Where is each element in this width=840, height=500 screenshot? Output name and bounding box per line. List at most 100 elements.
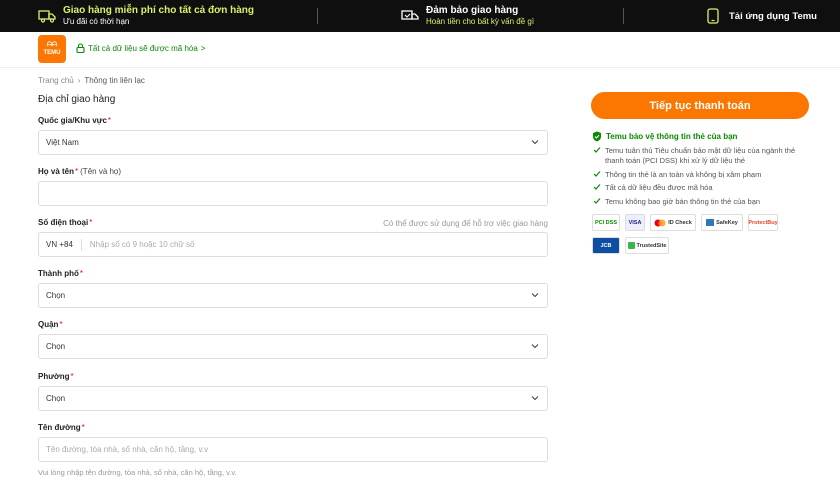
- temu-logo[interactable]: ᗩᗩ TEMU: [38, 35, 66, 63]
- download-app-label: Tải ứng dụng Temu: [729, 10, 817, 22]
- required-mark: *: [70, 372, 74, 381]
- trustedsite-check-icon: [627, 242, 635, 249]
- encryption-notice-text: Tất cả dữ liệu sẽ được mã hóa: [88, 43, 198, 53]
- chevron-down-icon: [531, 140, 539, 145]
- city-value: Chọn: [46, 291, 66, 300]
- visa-badge: VISA: [625, 214, 645, 231]
- protection-item-text: Tất cả dữ liệu đều được mã hóa: [605, 183, 713, 192]
- download-app-link[interactable]: Tải ứng dụng Temu: [704, 0, 817, 32]
- amex-icon: [706, 219, 715, 226]
- jcb-badge: JCB: [592, 237, 620, 254]
- protectbuy-badge: ProtectBuy: [748, 214, 778, 231]
- name-label-text: Họ và tên: [38, 167, 75, 176]
- free-shipping-promo[interactable]: Giao hàng miễn phí cho tất cả đơn hàng Ư…: [38, 0, 254, 32]
- district-label: Quận*: [38, 320, 63, 329]
- id-check-badge: ID Check: [650, 214, 696, 231]
- logo-mark: ᗩᗩ: [47, 42, 57, 48]
- street-input[interactable]: Tên đường, tòa nhà, số nhà, căn hộ, tầng…: [38, 437, 548, 462]
- safekey-badge: SafeKey: [701, 214, 743, 231]
- chevron-down-icon: [531, 344, 539, 349]
- breadcrumb: Trang chủ › Thông tin liên lạc: [38, 76, 145, 85]
- delivery-title: Đảm bảo giao hàng: [426, 5, 519, 16]
- breadcrumb-separator: ›: [77, 76, 81, 85]
- city-label-text: Thành phố: [38, 269, 79, 278]
- required-mark: *: [79, 269, 84, 278]
- protection-item-text: Temu không bao giờ bán thông tin thẻ của…: [605, 196, 761, 206]
- required-mark: *: [107, 116, 112, 125]
- chevron-down-icon: [531, 293, 539, 298]
- pci-dss-badge: PCI DSS: [592, 214, 620, 231]
- phone-usage-hint: Có thể được sử dụng để hỗ trợ việc giao …: [383, 219, 548, 228]
- required-mark: *: [81, 423, 85, 432]
- phone-divider: [80, 238, 82, 251]
- continue-payment-button[interactable]: Tiếp tục thanh toán: [591, 92, 809, 119]
- chevron-right-icon: >: [200, 43, 206, 53]
- street-label-text: Tên đường: [38, 423, 81, 432]
- safekey-label: SafeKey: [716, 219, 738, 226]
- breadcrumb-home[interactable]: Trang chủ: [38, 76, 74, 85]
- trustedsite-label: TrustedSite: [636, 242, 667, 249]
- district-select[interactable]: Chọn: [38, 334, 548, 359]
- city-select[interactable]: Chọn: [38, 283, 548, 308]
- required-mark: *: [89, 218, 93, 227]
- trustedsite-badge: TrustedSite: [625, 237, 669, 254]
- delivery-truck-icon: [401, 7, 419, 25]
- free-shipping-subtitle: Ưu đãi có thời hạn: [63, 17, 130, 26]
- section-title: Địa chỉ giao hàng: [38, 94, 116, 105]
- check-icon: [593, 184, 601, 190]
- check-icon: [593, 197, 601, 204]
- banner-divider: [623, 8, 624, 24]
- top-banner: Giao hàng miễn phí cho tất cả đơn hàng Ư…: [0, 0, 840, 32]
- street-label: Tên đường*: [38, 423, 85, 432]
- ward-label-text: Phường: [38, 372, 70, 381]
- name-label: Họ và tên* (Tên và họ): [38, 167, 121, 176]
- phone-icon: [704, 7, 722, 25]
- name-hint: (Tên và họ): [80, 167, 122, 176]
- city-label: Thành phố*: [38, 269, 83, 278]
- ward-select[interactable]: Chọn: [38, 386, 548, 411]
- delivery-subtitle: Hoàn tiền cho bất kỳ vấn đề gì: [426, 17, 535, 26]
- full-name-input[interactable]: [38, 181, 548, 206]
- list-item: Tất cả dữ liệu đều được mã hóa: [593, 183, 813, 193]
- list-item: Temu không bao giờ bán thông tin thẻ của…: [593, 197, 813, 207]
- mastercard-icon: [654, 219, 666, 226]
- required-mark: *: [59, 320, 63, 329]
- street-help-text: Vui lòng nhập tên đường, tòa nhà, số nhà…: [38, 468, 237, 477]
- site-header: ᗩᗩ TEMU Tất cả dữ liệu sẽ được mã hóa >: [0, 32, 840, 68]
- card-protection-title-text: Temu bảo vệ thông tin thẻ của bạn: [606, 132, 738, 141]
- ward-value: Chọn: [46, 394, 66, 403]
- list-item: Thông tin thẻ là an toàn và không bị xâm…: [593, 170, 813, 180]
- protection-item-text: Thông tin thẻ là an toàn và không bị xâm…: [605, 169, 762, 179]
- required-mark: *: [75, 167, 79, 176]
- phone-placeholder: Nhập số có 9 hoặc 10 chữ số: [89, 240, 195, 249]
- card-protection-title: Temu bảo vệ thông tin thẻ của bạn: [592, 131, 737, 142]
- district-value: Chọn: [46, 342, 66, 351]
- logo-text: TEMU: [43, 50, 61, 56]
- check-icon: [593, 147, 601, 153]
- id-check-label: ID Check: [668, 219, 692, 226]
- protection-item-text: Temu tuân thủ Tiêu chuẩn bảo mật dữ liệu…: [605, 146, 796, 165]
- phone-country-code[interactable]: VN +84: [46, 240, 73, 249]
- ward-label: Phường*: [38, 372, 74, 381]
- encryption-notice[interactable]: Tất cả dữ liệu sẽ được mã hóa >: [76, 43, 205, 53]
- country-value: Việt Nam: [46, 138, 79, 147]
- delivery-guarantee-promo[interactable]: Đảm bảo giao hàng Hoàn tiền cho bất kỳ v…: [401, 0, 534, 32]
- phone-label: Số điện thoại*: [38, 218, 92, 227]
- banner-divider: [317, 8, 318, 24]
- breadcrumb-current: Thông tin liên lạc: [84, 76, 145, 85]
- check-icon: [593, 170, 601, 177]
- truck-icon: [38, 7, 56, 25]
- country-select[interactable]: Việt Nam: [38, 130, 548, 155]
- lock-icon: [76, 43, 85, 53]
- phone-input[interactable]: VN +84 Nhập số có 9 hoặc 10 chữ số: [38, 232, 548, 257]
- street-placeholder: Tên đường, tòa nhà, số nhà, căn hộ, tầng…: [46, 445, 209, 454]
- list-item: Temu tuân thủ Tiêu chuẩn bảo mật dữ liệu…: [593, 146, 813, 166]
- phone-label-text: Số điện thoại: [38, 218, 89, 227]
- country-label-text: Quốc gia/Khu vực: [38, 116, 107, 125]
- chevron-down-icon: [531, 396, 539, 401]
- country-label: Quốc gia/Khu vực*: [38, 116, 111, 125]
- free-shipping-title: Giao hàng miễn phí cho tất cả đơn hàng: [63, 5, 255, 16]
- district-label-text: Quận: [38, 320, 59, 329]
- shield-check-icon: [593, 131, 601, 142]
- protection-list: Temu tuân thủ Tiêu chuẩn bảo mật dữ liệu…: [593, 146, 813, 210]
